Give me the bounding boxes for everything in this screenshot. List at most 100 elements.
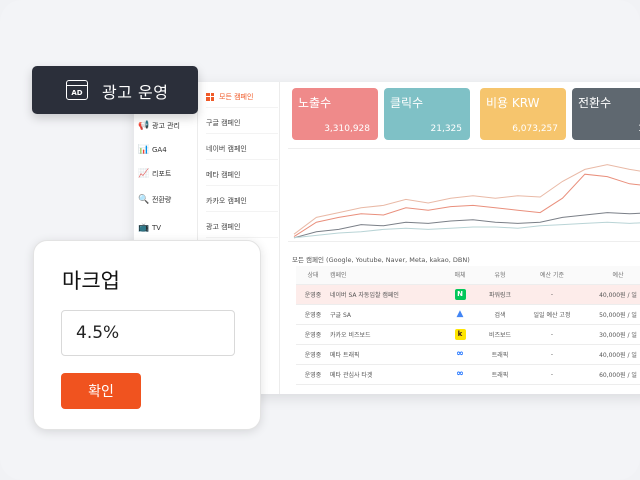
cell-media: ∞ (442, 364, 478, 385)
megaphone-icon: 📢 (138, 121, 150, 131)
markup-card: 마크업 4.5% 확인 (33, 240, 261, 430)
meta-icon: ∞ (456, 368, 464, 379)
kpi-value: 21,325 (430, 124, 463, 134)
google-ads-icon: ▲ (456, 308, 464, 319)
cell-status: 운영중 (296, 284, 330, 305)
table-row[interactable]: 운영중 메타 트래픽 ∞ 트래픽 -40,000원 / 일 (296, 344, 640, 365)
col-header-type[interactable]: 유형 (478, 266, 522, 285)
cell-media: ∞ (442, 344, 478, 365)
campaign-table: 상태 캠페인 매체 유형 예산 기준 예산 운영중 네이버 SA 자동입찰 캠페인… (296, 266, 640, 385)
cell-status: 운영중 (296, 304, 330, 325)
sidebar-item-label: GA4 (152, 146, 167, 154)
kpi-conversions[interactable]: 전환수 1, (572, 88, 640, 140)
table-row[interactable]: 운영중 네이버 SA 자동입찰 캠페인 N 파워링크 -40,000원 / 일 (296, 284, 640, 305)
col-header-status[interactable]: 상태 (296, 266, 330, 285)
trend-chart (288, 148, 640, 242)
cell-campaign: 구글 SA (330, 304, 442, 325)
table-row[interactable]: 운영중 카카오 비즈보드 k 비즈보드 -30,000원 / 일 (296, 324, 640, 345)
cell-campaign: 메타 관심사 타겟 (330, 364, 442, 385)
sidebar-item-label: 전환량 (152, 196, 172, 204)
sidebar-item-label: 리포트 (152, 170, 172, 178)
cell-status: 운영중 (296, 364, 330, 385)
table-row[interactable]: 운영중 구글 SA ▲ 검색 일일 예산 고정 50,000원 / 일 (296, 304, 640, 325)
col-header-budget[interactable]: 예산 (582, 266, 640, 285)
sidebar-item-ga4[interactable]: 📊 GA4 (138, 140, 196, 160)
cell-budget: 60,000원 / 일 (582, 364, 640, 385)
badge-title: 광고 운영 (102, 83, 169, 102)
cell-campaign: 네이버 SA 자동입찰 캠페인 (330, 284, 442, 305)
campaign-item-label: 네이버 캠페인 (206, 144, 247, 153)
campaign-item-ad[interactable]: 광고 캠페인 (206, 216, 278, 238)
bar-chart-icon: 📊 (138, 145, 150, 155)
markup-input[interactable]: 4.5% (61, 310, 235, 356)
cell-type: 트래픽 (478, 344, 522, 365)
campaign-item-meta[interactable]: 메타 캠페인 (206, 164, 278, 186)
ad-icon-text: AD (71, 89, 83, 97)
ad-icon: AD (66, 80, 88, 100)
campaign-item-label: 구글 캠페인 (206, 118, 241, 127)
naver-icon: N (454, 288, 466, 300)
cell-type: 검색 (478, 304, 522, 325)
table-header-row: 상태 캠페인 매체 유형 예산 기준 예산 (296, 266, 640, 285)
sidebar-item-label: TV (152, 224, 162, 232)
campaign-item-naver[interactable]: 네이버 캠페인 (206, 138, 278, 160)
cell-budget: 40,000원 / 일 (582, 344, 640, 365)
cell-type: 비즈보드 (478, 324, 522, 345)
sidebar-item-report[interactable]: 📈 리포트 (138, 164, 196, 184)
cell-budget: 50,000원 / 일 (582, 304, 640, 325)
sidebar-item-conversion[interactable]: 🔍 전환량 (138, 190, 196, 210)
kpi-label: 비용 KRW (486, 96, 540, 110)
kpi-impressions[interactable]: 노출수 3,310,928 (292, 88, 378, 140)
sidebar-item-label: 광고 관리 (152, 122, 180, 130)
confirm-button[interactable]: 확인 (61, 373, 141, 409)
campaign-item-label: 광고 캠페인 (206, 222, 241, 231)
table-title: 모든 캠페인 (Google, Youtube, Naver, Meta, ka… (292, 256, 470, 264)
cell-campaign: 카카오 비즈보드 (330, 324, 442, 345)
grid-icon (206, 92, 214, 101)
series-line-3 (293, 221, 640, 239)
sidebar-item-ad-management[interactable]: 📢 광고 관리 (138, 116, 196, 136)
kpi-label: 노출수 (298, 96, 332, 110)
kpi-clicks[interactable]: 클릭수 21,325 (384, 88, 470, 140)
cell-status: 운영중 (296, 324, 330, 345)
cell-type: 트래픽 (478, 364, 522, 385)
cell-budget: 30,000원 / 일 (582, 324, 640, 345)
campaign-item-kakao[interactable]: 카카오 캠페인 (206, 190, 278, 212)
conversion-icon: 🔍 (138, 195, 150, 205)
cell-type: 파워링크 (478, 284, 522, 305)
cell-budget-basis: - (522, 344, 582, 365)
campaign-item-label: 모든 캠페인 (219, 92, 254, 101)
campaign-item-all[interactable]: 모든 캠페인 (206, 86, 278, 108)
cell-media: k (442, 324, 478, 345)
kpi-value: 3,310,928 (324, 124, 370, 134)
cell-budget: 40,000원 / 일 (582, 284, 640, 305)
kpi-cost[interactable]: 비용 KRW 6,073,257 (480, 88, 566, 140)
campaign-item-google[interactable]: 구글 캠페인 (206, 112, 278, 134)
ad-operation-badge: AD 광고 운영 (32, 66, 198, 114)
markup-title: 마크업 (62, 269, 120, 293)
kpi-label: 클릭수 (390, 96, 424, 110)
col-header-budget-basis[interactable]: 예산 기준 (522, 266, 582, 285)
kpi-value: 6,073,257 (512, 124, 558, 134)
report-icon: 📈 (138, 169, 150, 179)
sidebar-item-tv[interactable]: 📺 TV (138, 218, 196, 238)
cell-budget-basis: 일일 예산 고정 (522, 304, 582, 325)
cell-media: N (442, 284, 478, 305)
campaign-item-label: 카카오 캠페인 (206, 196, 247, 205)
cell-budget-basis: - (522, 324, 582, 345)
col-header-campaign[interactable]: 캠페인 (330, 266, 442, 285)
tv-icon: 📺 (138, 223, 150, 233)
cell-status: 운영중 (296, 344, 330, 365)
cell-media: ▲ (442, 304, 478, 325)
kpi-label: 전환수 (578, 96, 612, 110)
kakao-icon: k (454, 328, 466, 340)
cell-budget-basis: - (522, 364, 582, 385)
campaign-item-label: 메타 캠페인 (206, 170, 241, 179)
cell-campaign: 메타 트래픽 (330, 344, 442, 365)
cell-budget-basis: - (522, 284, 582, 305)
meta-icon: ∞ (456, 348, 464, 359)
dashboard-content: 노출수 3,310,928 클릭수 21,325 비용 KRW 6,073,25… (284, 82, 640, 394)
trend-chart-svg (293, 164, 640, 239)
col-header-media[interactable]: 매체 (442, 266, 478, 285)
table-row[interactable]: 운영중 메타 관심사 타겟 ∞ 트래픽 -60,000원 / 일 (296, 364, 640, 385)
